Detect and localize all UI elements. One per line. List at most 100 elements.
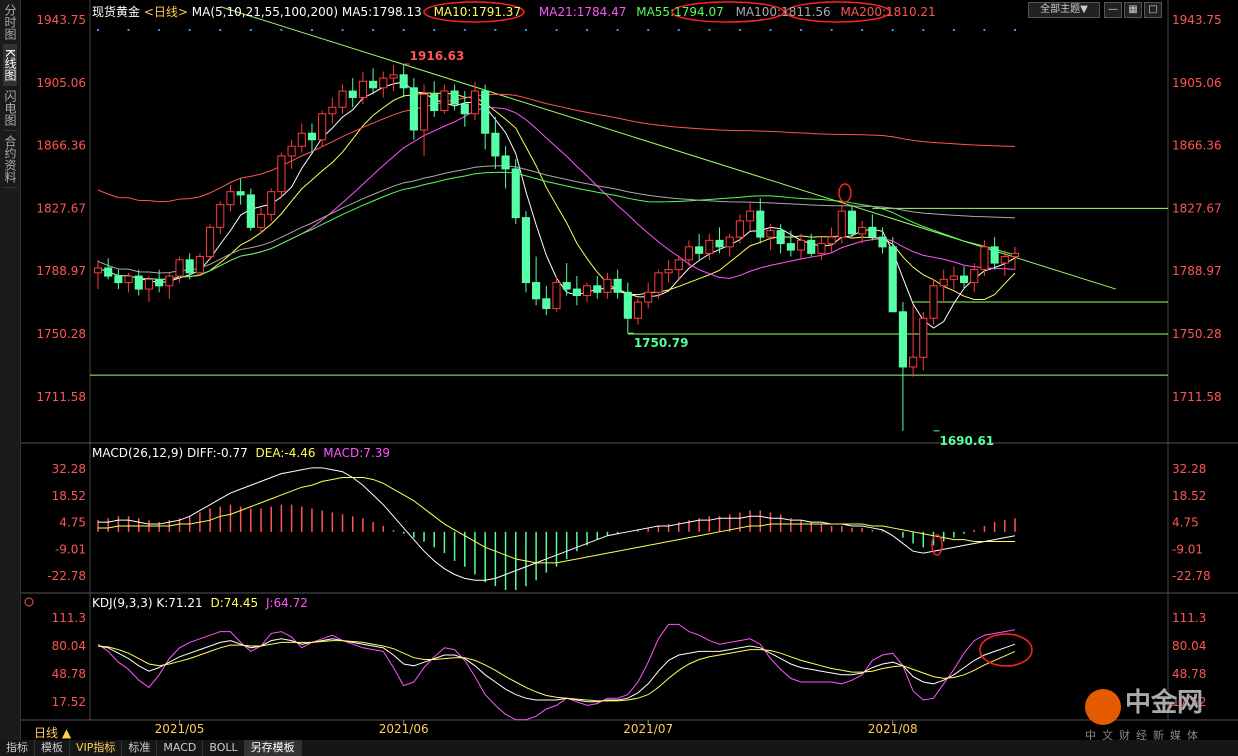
side-tab-contract[interactable]: 合约资料 [3,131,17,188]
candle-body [450,90,459,105]
x-tick-label: 2021/06 [379,722,429,736]
price-tick-label-left: 1866.36 [36,139,86,153]
candle-body [256,213,266,228]
bottom-tab-vip[interactable]: VIP指标 [70,740,123,756]
candle-body [226,191,235,206]
kdj-tick-label-right: 111.3 [1172,611,1206,625]
event-dot [219,29,222,31]
macd-tick-label-right: -9.01 [1172,542,1203,556]
candle-body [287,145,296,157]
bottom-tab-standard[interactable]: 标准 [122,740,158,756]
macd-diff: DIFF:-0.77 [186,446,248,460]
event-dot [280,29,283,31]
event-dot [922,29,925,31]
candle-body [134,275,143,290]
candle-body [746,210,755,222]
candle-body [470,90,480,115]
event-dot [616,29,619,31]
candle-body [297,132,306,147]
event-dot [494,29,497,31]
event-dot [249,29,252,31]
candle-body [195,256,204,274]
candle-body [817,243,826,254]
watermark: 中金网 中文财经新媒体 [1085,682,1204,743]
candle-body [858,226,867,235]
candle-body [236,191,245,196]
candle-body [93,267,103,274]
candle-body [124,275,133,284]
kdj-params: KDJ(9,3,3) [92,596,153,610]
period-indicator[interactable]: 日线 ▲ [34,724,71,741]
candle-body [929,285,938,319]
kdj-j: J:64.72 [265,596,308,610]
layout-button[interactable]: ▦ [1124,2,1142,18]
event-dot [647,29,650,31]
macd-value: MACD:7.39 [323,446,391,460]
price-tick-label-left: 1788.97 [36,264,86,278]
candle-body [654,272,663,293]
minimize-button[interactable]: — [1104,2,1122,18]
x-tick-label: 2021/07 [623,722,673,736]
side-tab-flash[interactable]: 闪电图 [3,86,17,131]
maximize-button[interactable]: □ [1144,2,1162,18]
candle-body [277,155,286,193]
ma55-value: MA55:1794.07 [636,5,724,19]
price-tick-label-right: 1827.67 [1172,201,1222,215]
candle-body [735,220,744,238]
side-tab-timeshare[interactable]: 分时图 [3,0,17,45]
candle-body [847,210,857,235]
kdj-tick-label-left: 80.04 [52,639,86,653]
theme-dropdown[interactable]: 全部主题▼ [1028,2,1100,18]
candle-body [104,267,113,277]
bottom-tab-boll[interactable]: BOLL [203,740,245,756]
candle-body [888,246,897,313]
minimize-icon: — [1108,4,1118,15]
kdj-tick-label-left: 48.78 [52,667,86,681]
event-dot [708,29,711,31]
candle-body [603,278,612,293]
bottom-tab-indicator[interactable]: 指标 [0,740,35,756]
candle-body [807,239,816,254]
kdj-k: K:71.21 [156,596,203,610]
candle-body [338,90,347,108]
candle-body [165,275,174,287]
candle-body [684,246,694,261]
side-tab-kline[interactable]: K线图 [3,45,17,86]
candle-body [216,204,225,228]
event-dot [830,29,833,31]
event-dot [677,29,680,31]
event-dot [127,29,130,31]
ma21-value: MA21:1784.47 [538,5,627,19]
event-dot [555,29,558,31]
price-tick-label-right: 1711.58 [1172,390,1222,404]
x-tick-label: 2021/05 [155,722,205,736]
candle-body [970,269,979,284]
bottom-tab-template[interactable]: 模板 [35,740,70,756]
candle-body [562,282,571,290]
candle-body [542,298,551,310]
candle-body [399,74,408,89]
macd-tick-label-left: 4.75 [59,516,86,530]
macd-tick-label-left: -22.78 [47,569,86,583]
candle-body [623,291,632,319]
candle-body [583,285,592,297]
candle-body [144,278,154,290]
candle-body [1010,252,1020,258]
candle-body [532,282,541,300]
bottom-tab-macd[interactable]: MACD [157,740,204,756]
candle-body [725,236,734,248]
price-tick-label-left: 1905.06 [36,76,86,90]
price-tick-label-left: 1943.75 [36,13,86,27]
candle-body [511,168,520,219]
event-dot [433,29,436,31]
candle-body [348,90,357,99]
candle-body [430,93,439,112]
price-tick-label-right: 1788.97 [1172,264,1222,278]
ma-params: MA(5,10,21,55,100,200) [191,5,339,19]
event-dot [341,29,344,31]
candle-body [919,317,928,358]
candle-body [409,87,418,131]
event-dot [952,29,955,31]
bottom-tab-save-template[interactable]: 另存模板 [244,740,302,756]
candle-body [980,246,989,271]
